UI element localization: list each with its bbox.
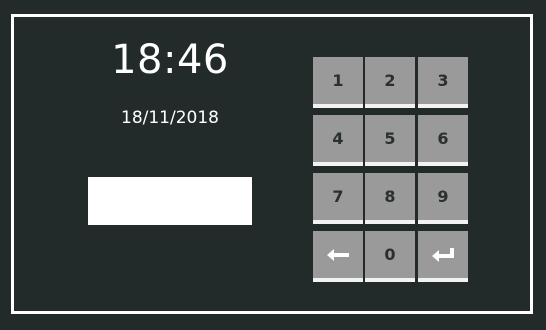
clock-time: 18:46 <box>111 37 229 83</box>
key-1-label: 1 <box>332 71 344 90</box>
key-6[interactable]: 6 <box>418 115 468 166</box>
key-5-label: 5 <box>384 129 396 148</box>
keypad: 1 2 3 4 5 6 7 8 9 0 <box>313 57 468 283</box>
key-9[interactable]: 9 <box>418 173 468 224</box>
key-9-label: 9 <box>437 187 449 206</box>
key-2-label: 2 <box>384 71 396 90</box>
key-0[interactable]: 0 <box>365 231 415 282</box>
key-8[interactable]: 8 <box>365 173 415 224</box>
backspace-key[interactable] <box>313 231 363 282</box>
clock-date: 18/11/2018 <box>121 108 219 128</box>
key-3-label: 3 <box>437 71 449 90</box>
key-0-label: 0 <box>384 245 396 264</box>
key-4-label: 4 <box>332 129 344 148</box>
enter-key[interactable] <box>418 231 468 282</box>
pin-input[interactable] <box>88 177 252 225</box>
key-3[interactable]: 3 <box>418 57 468 108</box>
key-7[interactable]: 7 <box>313 173 363 224</box>
enter-icon <box>432 247 454 262</box>
key-5[interactable]: 5 <box>365 115 415 166</box>
key-1[interactable]: 1 <box>313 57 363 108</box>
arrow-left-icon <box>327 248 349 261</box>
lock-screen: 18:46 18/11/2018 1 2 3 4 5 6 7 8 9 0 <box>0 0 546 330</box>
key-7-label: 7 <box>332 187 344 206</box>
key-8-label: 8 <box>384 187 396 206</box>
key-4[interactable]: 4 <box>313 115 363 166</box>
key-2[interactable]: 2 <box>365 57 415 108</box>
key-6-label: 6 <box>437 129 449 148</box>
